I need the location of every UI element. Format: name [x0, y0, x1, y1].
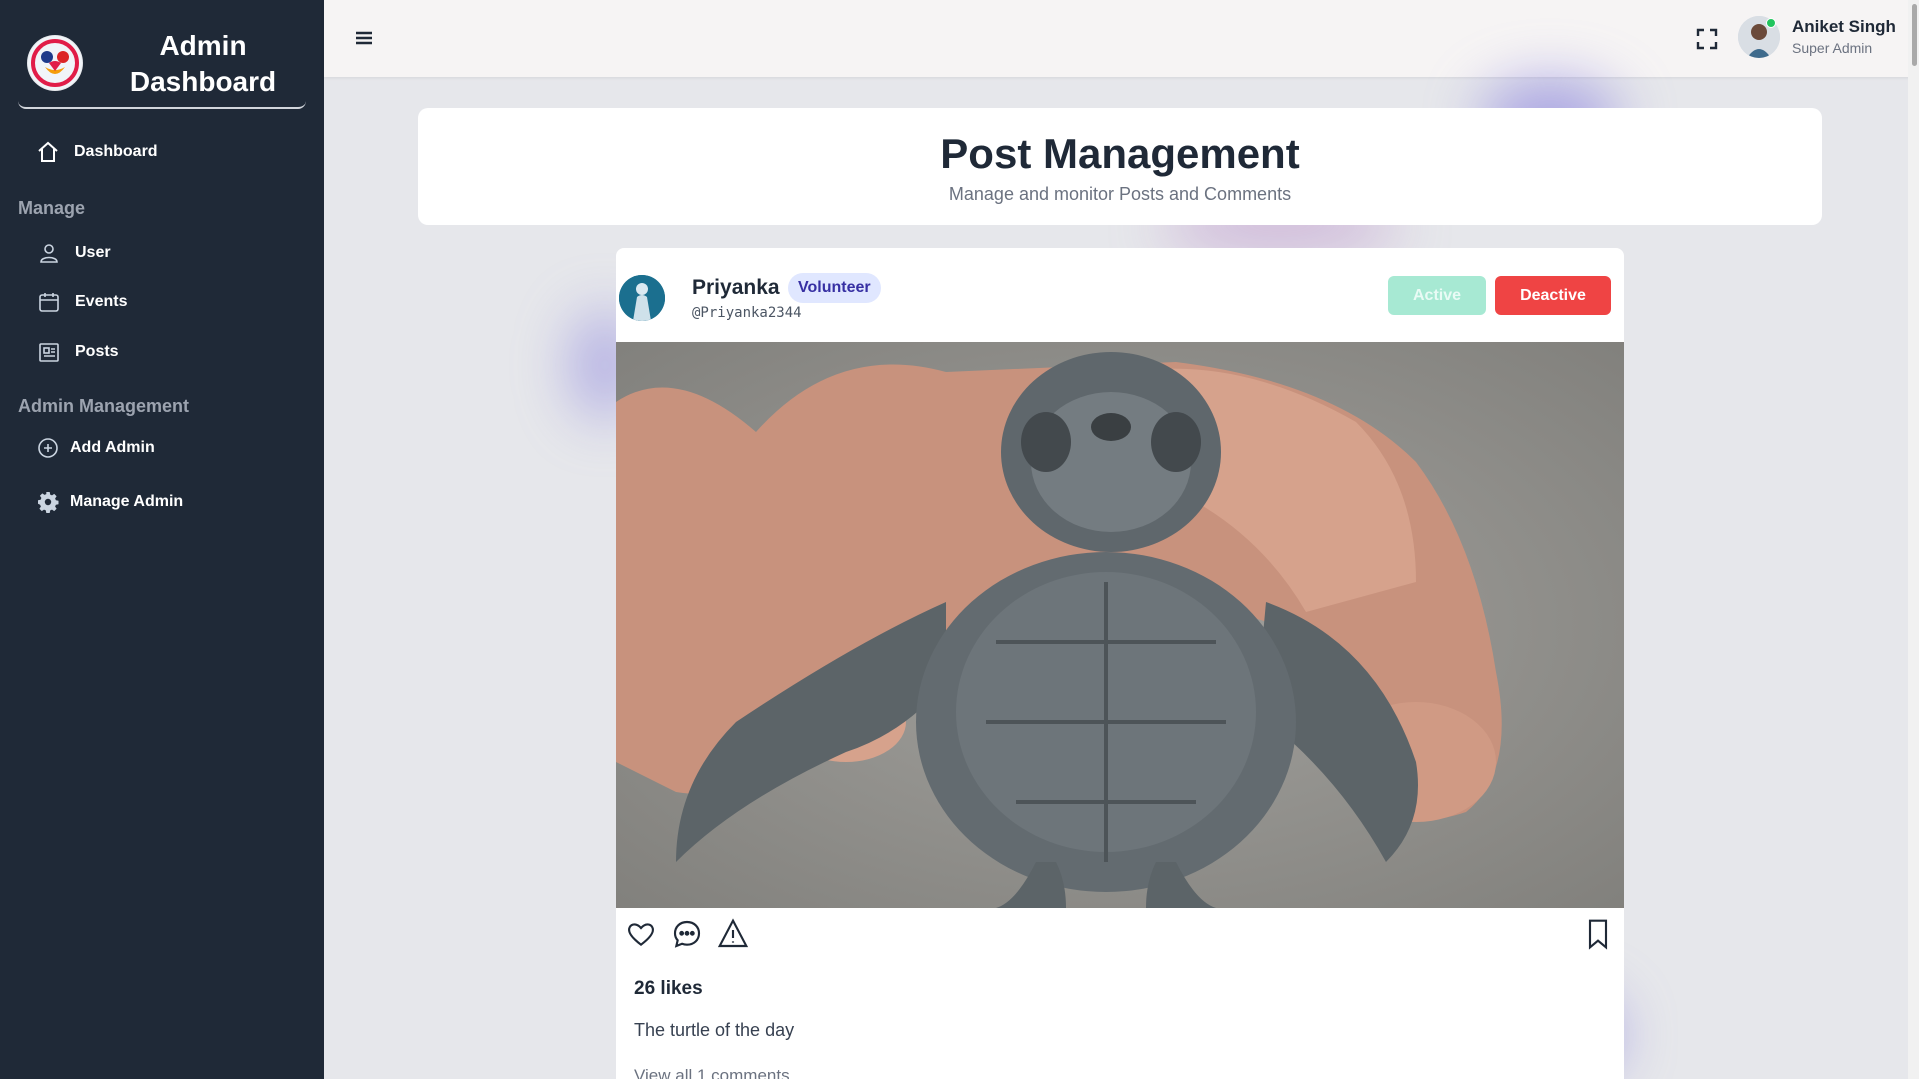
- home-icon: [38, 141, 58, 162]
- top-header: Aniket Singh Super Admin: [324, 0, 1919, 77]
- post-image: [616, 342, 1624, 908]
- sidebar-item-label: Events: [75, 293, 128, 310]
- sidebar-item-user[interactable]: User: [37, 241, 111, 265]
- deactive-button[interactable]: Deactive: [1495, 276, 1611, 315]
- page-header-card: Post Management Manage and monitor Posts…: [418, 108, 1822, 225]
- sidebar-item-label: Manage Admin: [70, 493, 184, 510]
- sidebar-item-posts[interactable]: Posts: [37, 340, 119, 364]
- sidebar-item-label: Posts: [75, 343, 119, 360]
- scrollbar[interactable]: [1908, 0, 1919, 1079]
- section-manage: Manage: [18, 198, 86, 218]
- view-comments-link[interactable]: View all 1 comments: [634, 1066, 790, 1079]
- page-subtitle: Manage and monitor Posts and Comments: [948, 184, 1292, 204]
- heart-icon: [628, 923, 654, 947]
- sidebar-item-dashboard[interactable]: Dashboard: [36, 140, 158, 164]
- sidebar-item-add-admin[interactable]: Add Admin: [36, 436, 155, 460]
- sidebar-item-manage-admin[interactable]: Manage Admin: [36, 490, 183, 514]
- calendar-icon: [39, 293, 59, 312]
- scrollbar-thumb[interactable]: [1912, 4, 1917, 66]
- user-profile[interactable]: Aniket Singh Super Admin: [1738, 16, 1896, 58]
- posts-icon: [39, 343, 59, 362]
- post-author-handle: @Priyanka2344: [692, 305, 802, 321]
- sidebar: Admin Dashboard Dashboard Manage User Ev…: [0, 0, 324, 1079]
- brand: Admin Dashboard: [18, 0, 306, 109]
- user-name: Aniket Singh: [1792, 17, 1896, 36]
- comment-button[interactable]: [671, 918, 703, 950]
- gear-icon: [38, 492, 59, 513]
- like-button[interactable]: [625, 918, 657, 950]
- page-title: Post Management: [940, 130, 1300, 177]
- warning-icon: [717, 918, 749, 948]
- fullscreen-icon[interactable]: [1695, 27, 1719, 51]
- role-badge: Volunteer: [788, 273, 881, 303]
- post-author-avatar[interactable]: [619, 275, 665, 321]
- post-caption: The turtle of the day: [634, 1020, 795, 1040]
- post-card: Priyanka Volunteer @Priyanka2344 Active …: [616, 248, 1624, 1079]
- sidebar-item-events[interactable]: Events: [37, 290, 127, 314]
- plus-circle-icon: [38, 438, 58, 458]
- bookmark-button[interactable]: [1582, 918, 1614, 950]
- online-status-dot: [1766, 18, 1776, 28]
- sidebar-item-label: Add Admin: [70, 439, 155, 456]
- sidebar-item-label: Dashboard: [74, 143, 158, 160]
- report-button[interactable]: [717, 918, 749, 950]
- section-admin-management: Admin Management: [18, 396, 190, 416]
- user-role: Super Admin: [1792, 40, 1873, 56]
- brand-logo: [27, 35, 83, 91]
- sidebar-item-label: User: [75, 244, 111, 261]
- active-button[interactable]: Active: [1388, 276, 1486, 315]
- brand-title: Admin Dashboard: [129, 30, 277, 97]
- comment-icon: [673, 920, 701, 948]
- hamburger-icon[interactable]: [352, 26, 376, 50]
- post-author-name[interactable]: Priyanka: [692, 276, 780, 300]
- likes-count: 26 likes: [634, 978, 703, 999]
- user-icon: [40, 244, 58, 263]
- bookmark-icon: [1588, 919, 1608, 950]
